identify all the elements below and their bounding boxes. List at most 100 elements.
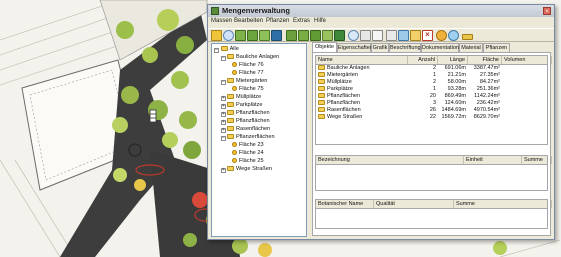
expand-icon[interactable]: +: [221, 120, 226, 125]
window-title: Mengenverwaltung: [222, 6, 290, 15]
tree-folder[interactable]: + Parkplätze: [221, 102, 262, 109]
collapse-icon[interactable]: −: [214, 48, 219, 53]
tree-leaf[interactable]: Fläche 24: [232, 150, 264, 157]
zoom-icon[interactable]: [348, 30, 359, 41]
menu-massen[interactable]: Massen: [211, 18, 232, 24]
col-einheit[interactable]: Einheit: [464, 156, 522, 164]
col-laenge[interactable]: Länge: [438, 56, 468, 64]
objects-table[interactable]: Name Anzahl Länge Fläche Volumen Baulich…: [315, 55, 552, 145]
hedge-icon[interactable]: [310, 30, 321, 41]
tree-leaf[interactable]: Fläche 75: [232, 86, 264, 93]
plant-table[interactable]: Botanischer Name Qualität Summe: [315, 199, 552, 229]
cell-name-text: Rasenflächen: [327, 107, 361, 113]
tree-icon[interactable]: [259, 30, 270, 41]
tree-folder[interactable]: + Pflanzflächen: [221, 118, 270, 125]
plant-icon[interactable]: [247, 30, 258, 41]
tab-dokumentation[interactable]: Dokumentation: [421, 43, 459, 52]
delete-icon[interactable]: ×: [422, 30, 433, 41]
col-summe[interactable]: Summe: [522, 156, 552, 164]
table-row[interactable]: Rasenflächen 26 1484.69m 4970.54m²: [316, 107, 547, 114]
close-icon[interactable]: ×: [543, 7, 551, 15]
tab-grafik[interactable]: Grafik: [371, 43, 389, 52]
menu-extras[interactable]: Extras: [293, 18, 310, 24]
cell-name-text: Müllplätze: [327, 79, 352, 85]
expand-icon[interactable]: +: [221, 128, 226, 133]
tree-item-label: Parkplätze: [236, 102, 263, 108]
category-tree[interactable]: − Alle − Bauliche Anlagen Fläche 76 Fläche …: [211, 43, 307, 237]
tab-beschriftung[interactable]: Beschriftung: [389, 43, 421, 52]
table-row[interactable]: Pflanzflächen 3 124.60m 236.42m²: [316, 100, 547, 107]
tree-folder[interactable]: + Müllplätze: [221, 94, 261, 101]
table-row[interactable]: Müllplätze 2 58.00m 84.27m²: [316, 79, 547, 86]
save-icon[interactable]: [271, 30, 282, 41]
menu-bearbeiten[interactable]: Bearbeiten: [234, 18, 263, 24]
col-name[interactable]: Name: [316, 56, 408, 64]
collapse-icon[interactable]: −: [221, 56, 226, 61]
cell-volumen: [502, 100, 550, 107]
folder-icon: [227, 118, 234, 124]
col-qualitaet[interactable]: Qualität: [374, 200, 454, 208]
collapse-icon[interactable]: −: [221, 136, 226, 141]
grass-icon[interactable]: [298, 30, 309, 41]
search-icon[interactable]: [223, 30, 234, 41]
folder-icon: [318, 93, 325, 99]
table-row[interactable]: Pflanzflächen 20 869.49m 1142.24m²: [316, 93, 547, 100]
col-anzahl[interactable]: Anzahl: [408, 56, 438, 64]
cell-anzahl: 3: [432, 100, 436, 106]
play-icon[interactable]: [235, 30, 246, 41]
cell-name: Bauliche Anlagen: [318, 65, 406, 72]
cell-laenge: 124.60m: [444, 100, 466, 106]
tree-folder[interactable]: + Rasenflächen: [221, 126, 270, 133]
tree-leaf[interactable]: Fläche 25: [232, 158, 264, 165]
col-flaeche[interactable]: Fläche: [468, 56, 502, 64]
expand-icon[interactable]: +: [221, 112, 226, 117]
tab-pflanzen[interactable]: Pflanzen: [483, 43, 510, 52]
expand-icon[interactable]: +: [221, 104, 226, 109]
flower-icon[interactable]: [322, 30, 333, 41]
table-row[interactable]: Parkplätze 1 93.28m 251.36m²: [316, 86, 547, 93]
table-row[interactable]: Mietergärten 1 21.21m 27.35m²: [316, 72, 547, 79]
tree-item-label: Fläche 76: [239, 62, 264, 68]
expand-icon[interactable]: +: [221, 96, 226, 101]
cell-volumen: [502, 72, 550, 79]
menu-hilfe[interactable]: Hilfe: [314, 18, 326, 24]
tree-folder[interactable]: + Pflanzflächen: [221, 110, 270, 117]
table-row[interactable]: Wege Straßen 22 1569.72m 8629.70m²: [316, 114, 547, 121]
tree-folder[interactable]: − Mietergärten: [221, 78, 267, 85]
paste-icon[interactable]: [410, 30, 421, 41]
expand-icon[interactable]: +: [221, 168, 226, 173]
copy-icon[interactable]: [398, 30, 409, 41]
tree-folder[interactable]: + Wege Straßen: [221, 166, 272, 173]
col-summe-pflanzen[interactable]: Summe: [454, 200, 552, 208]
cell-anzahl: 2: [432, 79, 436, 85]
detail-table[interactable]: Bezeichnung Einheit Summe: [315, 155, 552, 191]
leaf-icon[interactable]: [334, 30, 345, 41]
tab-eigenschaften[interactable]: Eigenschaften: [337, 43, 373, 52]
table-icon[interactable]: [360, 30, 371, 41]
table-row[interactable]: Bauliche Anlagen 2 691.06m 3387.47m²: [316, 65, 547, 72]
col-botanischer-name[interactable]: Botanischer Name: [316, 200, 374, 208]
cell-name: Pflanzflächen: [318, 100, 406, 107]
col-bezeichnung[interactable]: Bezeichnung: [316, 156, 464, 164]
link-icon[interactable]: [386, 30, 397, 41]
help-icon[interactable]: [448, 30, 459, 41]
cell-volumen: [502, 93, 550, 100]
open-folder-icon[interactable]: [211, 30, 222, 41]
tree-folder[interactable]: − Bauliche Anlagen: [221, 54, 279, 61]
tree-leaf[interactable]: Fläche 77: [232, 70, 264, 77]
folder-icon: [227, 78, 234, 84]
cell-laenge: 21.21m: [447, 72, 466, 78]
cell-name: Rasenflächen: [318, 107, 406, 114]
tree-leaf[interactable]: Fläche 23: [232, 142, 264, 149]
tree-leaf[interactable]: Fläche 76: [232, 62, 264, 69]
settings-icon[interactable]: [436, 30, 447, 41]
menu-pflanzen[interactable]: Pflanzen: [266, 18, 289, 24]
tab-material[interactable]: Material: [459, 43, 483, 52]
shrub-icon[interactable]: [286, 30, 297, 41]
collapse-icon[interactable]: −: [221, 80, 226, 85]
document-icon[interactable]: [372, 30, 383, 41]
tree-root[interactable]: − Alle: [214, 46, 239, 53]
minus-icon[interactable]: [462, 34, 473, 40]
col-volumen[interactable]: Volumen: [502, 56, 552, 64]
tree-folder[interactable]: − Pflanzerflächen: [221, 134, 275, 141]
